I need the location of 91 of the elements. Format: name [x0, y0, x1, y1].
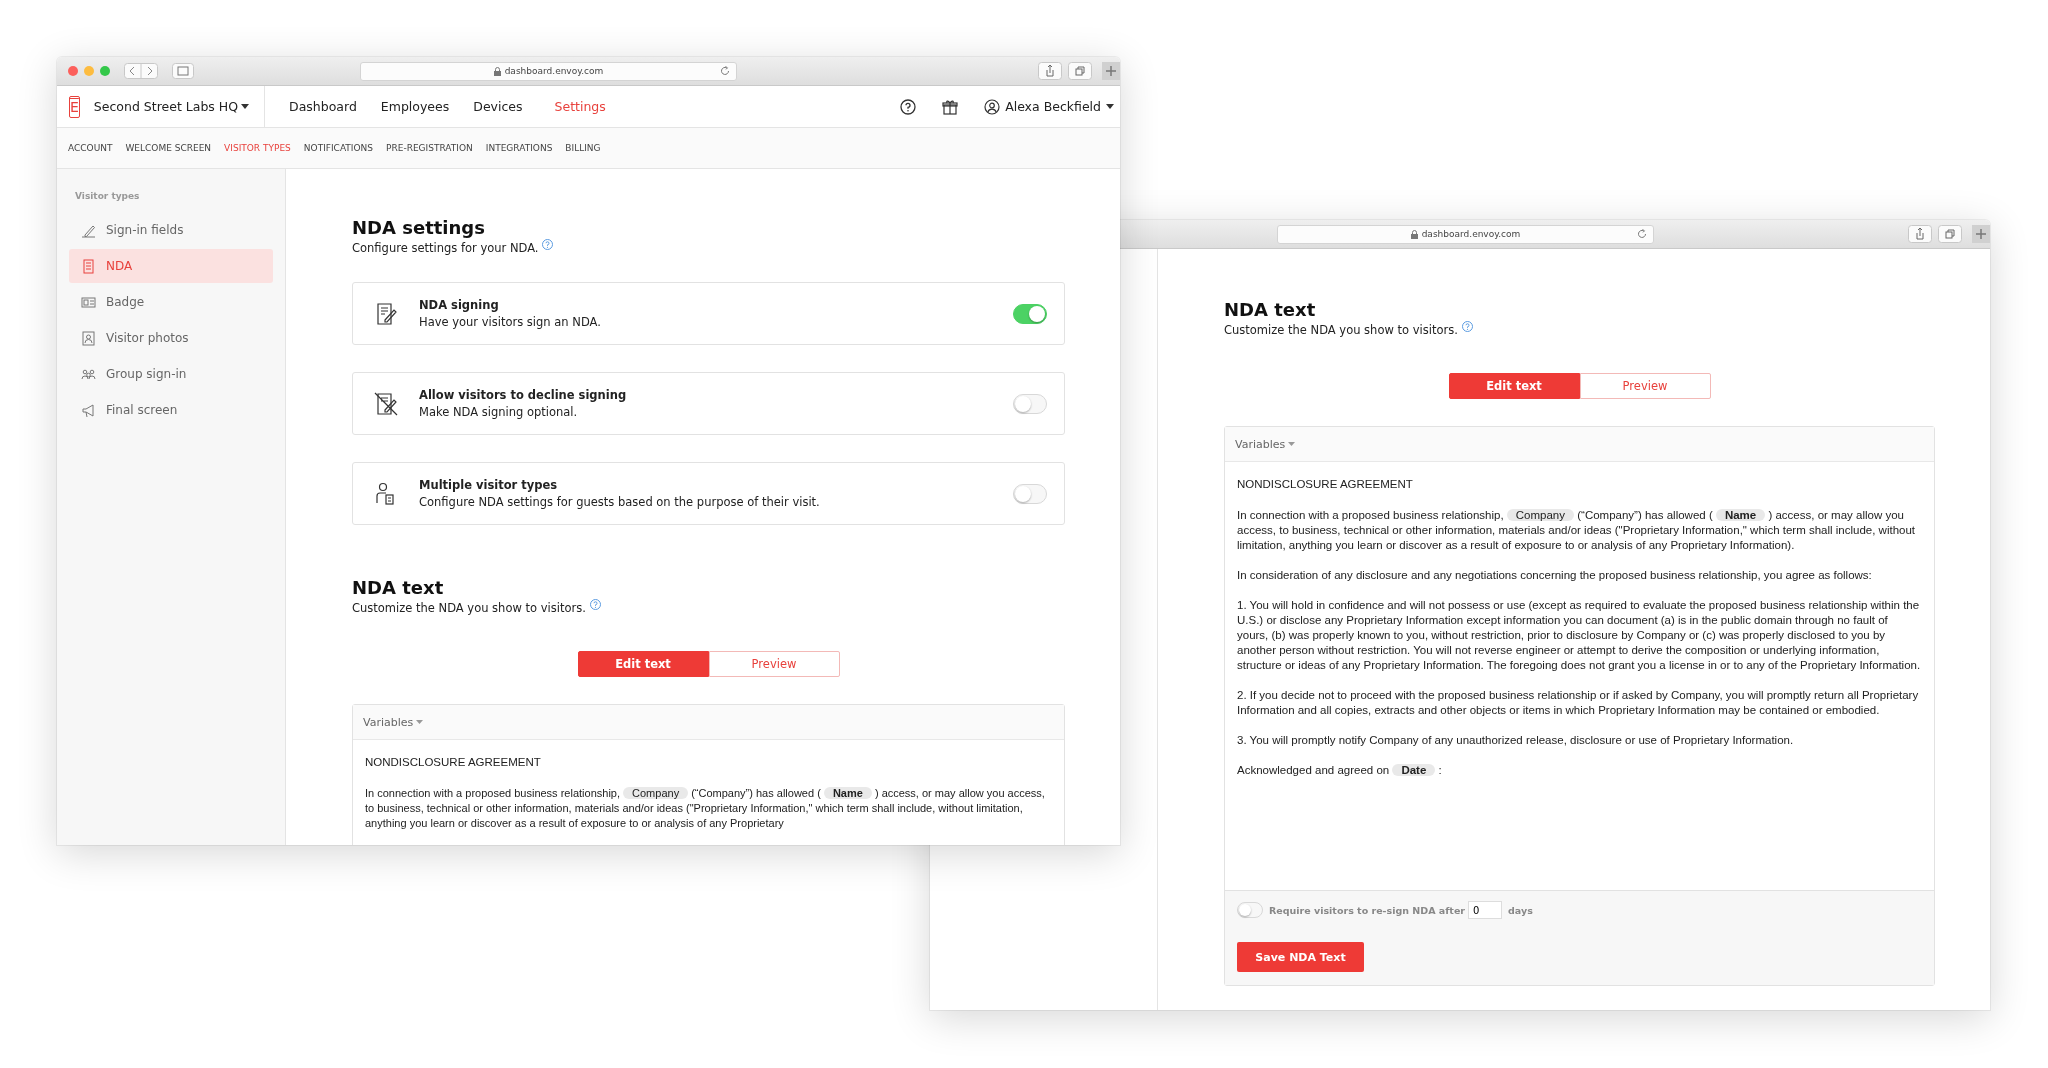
variable-chip[interactable]: Name: [823, 787, 872, 799]
settings-tab[interactable]: ACCOUNT: [68, 143, 113, 153]
setting-description: Make NDA signing optional.: [419, 405, 579, 419]
variable-chip[interactable]: Date: [1392, 764, 1436, 776]
lock-icon: [1410, 229, 1418, 239]
setting-title: NDA signing: [419, 298, 500, 312]
sidebar-button[interactable]: [172, 63, 194, 79]
editor-tab[interactable]: Preview: [708, 651, 840, 677]
setting-description: Have your visitors sign an NDA.: [419, 315, 602, 329]
tabs-button[interactable]: [1068, 62, 1092, 80]
sidebar-item[interactable]: Sign-in fields: [69, 213, 273, 247]
lock-icon: [493, 66, 501, 76]
url-text: dashboard.envoy.com: [1421, 229, 1521, 239]
caret-icon: [1288, 442, 1296, 446]
zoom-button[interactable]: [100, 66, 110, 76]
gift-icon[interactable]: [942, 98, 959, 115]
settings-tab[interactable]: WELCOME SCREEN: [125, 143, 212, 153]
settings-tab[interactable]: VISITOR TYPES: [224, 143, 291, 153]
share-button[interactable]: [1038, 62, 1062, 80]
settings-tab[interactable]: INTEGRATIONS: [485, 143, 553, 153]
toggle-switch[interactable]: [1013, 393, 1047, 414]
sidebar-item[interactable]: Badge: [69, 285, 273, 319]
settings-tab[interactable]: PRE-REGISTRATION: [386, 143, 473, 153]
section-subtitle: Configure settings for your NDA.: [352, 241, 539, 255]
back-button[interactable]: [124, 63, 158, 79]
document-paragraph: In consideration of any disclosure and any negotiations concerning the proposed business relationship, you agree as follows:: [1237, 568, 1873, 583]
toggle-switch[interactable]: [1237, 902, 1263, 918]
nav-link[interactable]: Dashboard: [265, 99, 357, 114]
logo[interactable]: E: [69, 95, 80, 118]
editor-tab[interactable]: Edit text: [577, 651, 709, 677]
save-button[interactable]: Save NDA Text: [1237, 942, 1364, 972]
document-paragraph: 3. You will promptly notify Company of any unauthorized release, disclosure or use of Proprietary Information.: [1237, 733, 1795, 748]
document-heading: NONDISCLOSURE AGREEMENT: [365, 755, 542, 770]
sidebar-item[interactable]: Visitor photos: [69, 321, 273, 355]
badge-icon: [81, 294, 96, 310]
document-icon: [81, 258, 96, 274]
share-button[interactable]: [1908, 225, 1932, 243]
address-bar[interactable]: dashboard.envoy.com: [360, 61, 737, 81]
section-title: NDA text: [1224, 299, 1317, 320]
settings-tab[interactable]: NOTIFICATIONS: [303, 143, 374, 153]
minimize-button[interactable]: [84, 66, 94, 76]
document-paragraph: Acknowledged and agreed on Date :: [1237, 763, 1443, 778]
new-tab-button[interactable]: [1102, 62, 1120, 80]
resign-label: Require visitors to re-sign NDA after: [1269, 904, 1466, 916]
variable-chip[interactable]: Company: [1506, 509, 1574, 521]
nav-link[interactable]: Settings: [522, 99, 606, 114]
document-paragraph: In connection with a proposed business relationship, Company (“Company”) has allowed ( Name ) access, or may allow you access, to business, technical or other information, materials and/or ideas ("Proprietary Information," which term shall include, without limitation, anything you learn or discover as a result of exposure to or analysis of any Proprietary: [365, 786, 1046, 831]
reload-icon[interactable]: [1637, 228, 1647, 239]
nav-link[interactable]: Employees: [356, 99, 450, 114]
variable-chip[interactable]: Company: [623, 787, 689, 799]
caret-icon: [1106, 104, 1114, 109]
settings-tab[interactable]: BILLING: [565, 143, 601, 153]
days-field[interactable]: 0: [1468, 901, 1503, 919]
close-button[interactable]: [68, 66, 78, 76]
caret-icon: [241, 104, 250, 109]
user-avatar-icon: [984, 98, 1001, 115]
megaphone-icon: [81, 402, 96, 418]
address-bar[interactable]: dashboard.envoy.com: [1277, 224, 1654, 244]
editor-tab[interactable]: Preview: [1579, 373, 1711, 399]
document-paragraph: 1. You will hold in confidence and will not possess or use (except as required to evaluate the proposed business relationship within the U.S.) or disclose any Proprietary Information except information you can document (a) is in the public domain through no fault of yours, (b) was properly known to you, without restriction, prior to disclosure by Company or (c) was properly disclosed to you by another person without restriction. You will not reverse engineer or attempt to derive the composition or underlying information, structure or ideas of any Proprietary Information. The foregoing does not grant you a license in or to any of the Proprietary Information.: [1237, 598, 1922, 673]
section-title: NDA settings: [352, 217, 486, 238]
toggle-switch[interactable]: [1013, 303, 1047, 324]
reload-icon[interactable]: [720, 65, 730, 76]
caret-icon: [416, 720, 424, 724]
setting-description: Configure NDA settings for guests based on the purpose of their visit.: [419, 495, 821, 509]
sidebar-item[interactable]: Group sign-in: [69, 357, 273, 391]
toggle-switch[interactable]: [1013, 483, 1047, 504]
document-paragraph: 2. If you decide not to proceed with the proposed business relationship or if asked by Company, you will promptly return all Proprietary Information and all copies, extracts and other objects or items in which Proprietary Information may be contained or embodied.: [1237, 688, 1920, 718]
photo-icon: [81, 330, 96, 346]
crossed-document-icon: [373, 390, 399, 417]
days-label: days: [1508, 904, 1533, 916]
setting-title: Multiple visitor types: [419, 478, 559, 492]
setting-title: Allow visitors to decline signing: [419, 388, 628, 402]
variable-chip[interactable]: Name: [1715, 509, 1766, 521]
section-subtitle: Customize the NDA you show to visitors.: [352, 601, 586, 615]
variables-dropdown[interactable]: Variables: [363, 715, 424, 729]
section-title: NDA text: [352, 577, 445, 598]
sidebar-heading: Visitor types: [74, 191, 141, 201]
editor-tab[interactable]: Edit text: [1448, 373, 1580, 399]
nav-link[interactable]: Devices: [449, 99, 523, 114]
document-heading: NONDISCLOSURE AGREEMENT: [1237, 477, 1414, 492]
location-switcher[interactable]: Second Street Labs HQ: [93, 99, 250, 114]
document-paragraph: In connection with a proposed business relationship, Company (“Company”) has allowed ( Name ) access, or may allow you access, to business, technical or other information, materials and/or ideas ("Proprietary Information," which term shall include, without limitation, anything you learn or discover as a result of exposure to or analysis of any Proprietary Information).: [1237, 508, 1917, 553]
url-text: dashboard.envoy.com: [504, 66, 604, 76]
tabs-button[interactable]: [1938, 225, 1962, 243]
help-icon[interactable]: [900, 98, 917, 115]
new-tab-button[interactable]: [1972, 225, 1990, 243]
user-menu[interactable]: Alexa Beckfield: [984, 98, 1114, 115]
variables-dropdown[interactable]: Variables: [1235, 437, 1296, 451]
sidebar-item[interactable]: Final screen: [69, 393, 273, 427]
section-subtitle: Customize the NDA you show to visitors.: [1224, 323, 1458, 337]
